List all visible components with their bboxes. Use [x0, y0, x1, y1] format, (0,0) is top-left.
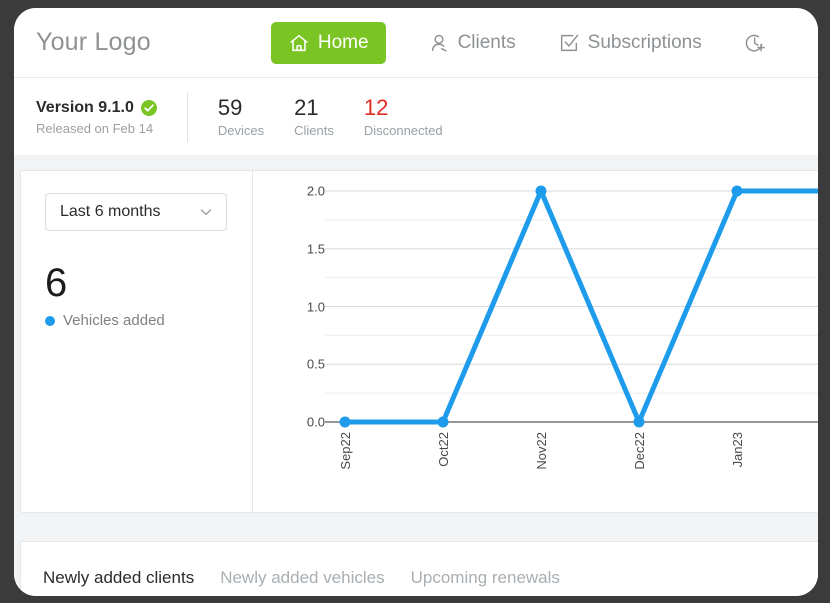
metric-legend-label: Vehicles added — [63, 312, 165, 329]
nav-item-clients-label: Clients — [457, 31, 516, 53]
metric-value: 6 — [45, 261, 68, 305]
chart-card: Last 6 months 6 Vehicles added 0.0 0.5 1.0… — [20, 170, 818, 513]
person-icon — [428, 32, 450, 54]
x-axis-tick-label: Nov22 — [534, 432, 549, 470]
bottom-tabs-card: Newly added clients Newly added vehicles… — [20, 541, 818, 596]
chart-plot-area[interactable]: 0.0 0.5 1.0 1.5 2.0 Sep22 Oct22 Nov22 Dec22 Jan2… — [253, 171, 818, 512]
home-icon — [288, 32, 310, 54]
stat-clients: 21 Clients — [294, 92, 334, 142]
nav-item-home-label: Home — [317, 31, 369, 53]
main-navigation: Home Clients Subscriptions — [270, 21, 788, 64]
nav-item-subscriptions[interactable]: Subscriptions — [544, 22, 716, 64]
check-circle-icon — [140, 99, 157, 116]
tab-upcoming-renewals[interactable]: Upcoming renewals — [411, 568, 560, 588]
x-axis-tick-label: Oct22 — [436, 432, 451, 467]
stat-disconnected-value: 12 — [363, 94, 389, 120]
version-text: Version 9.1.0 — [36, 98, 134, 116]
app-header: Your Logo Home Clients Subscriptions — [14, 8, 818, 78]
legend-dot-icon — [45, 315, 55, 326]
version-line: Version 9.1.0 — [36, 99, 157, 117]
clock-add-icon — [744, 32, 766, 54]
checkbox-icon — [558, 32, 580, 54]
nav-item-subscriptions-label: Subscriptions — [587, 31, 702, 53]
stat-devices-value: 59 — [217, 94, 243, 120]
version-block: Version 9.1.0 Released on Feb 14 — [36, 92, 188, 142]
x-axis-tick-label: Sep22 — [338, 432, 353, 470]
stat-disconnected: 12 Disconnected — [364, 92, 443, 142]
x-axis-tick-label: Jan23 — [730, 432, 745, 468]
nav-item-home[interactable]: Home — [270, 21, 386, 64]
metric-legend: Vehicles added — [45, 312, 232, 329]
chevron-down-icon — [198, 204, 214, 220]
app-window: Your Logo Home Clients Subscriptions Ver… — [14, 8, 818, 596]
date-range-select[interactable]: Last 6 months — [45, 193, 227, 231]
nav-item-add-schedule[interactable] — [730, 22, 788, 64]
page-body: Last 6 months 6 Vehicles added 0.0 0.5 1.0… — [14, 155, 818, 596]
release-date-text: Released on Feb 14 — [36, 120, 154, 136]
bottom-tab-strip: Newly added clients Newly added vehicles… — [43, 568, 560, 588]
date-range-select-label: Last 6 months — [60, 203, 161, 220]
app-logo[interactable]: Your Logo — [36, 28, 151, 57]
chart-summary-pane: Last 6 months 6 Vehicles added — [21, 171, 253, 512]
stat-devices-label: Devices — [217, 123, 265, 139]
stat-clients-label: Clients — [294, 123, 334, 139]
tab-newly-added-clients[interactable]: Newly added clients — [43, 568, 194, 588]
stat-disconnected-label: Disconnected — [363, 123, 443, 139]
stat-clients-value: 21 — [294, 94, 319, 120]
stats-bar: Version 9.1.0 Released on Feb 14 59 Devi… — [14, 79, 818, 155]
stat-devices: 59 Devices — [218, 92, 264, 142]
x-axis-tick-label: Dec22 — [632, 432, 647, 470]
nav-item-clients[interactable]: Clients — [414, 22, 530, 64]
tab-newly-added-vehicles[interactable]: Newly added vehicles — [220, 568, 384, 588]
